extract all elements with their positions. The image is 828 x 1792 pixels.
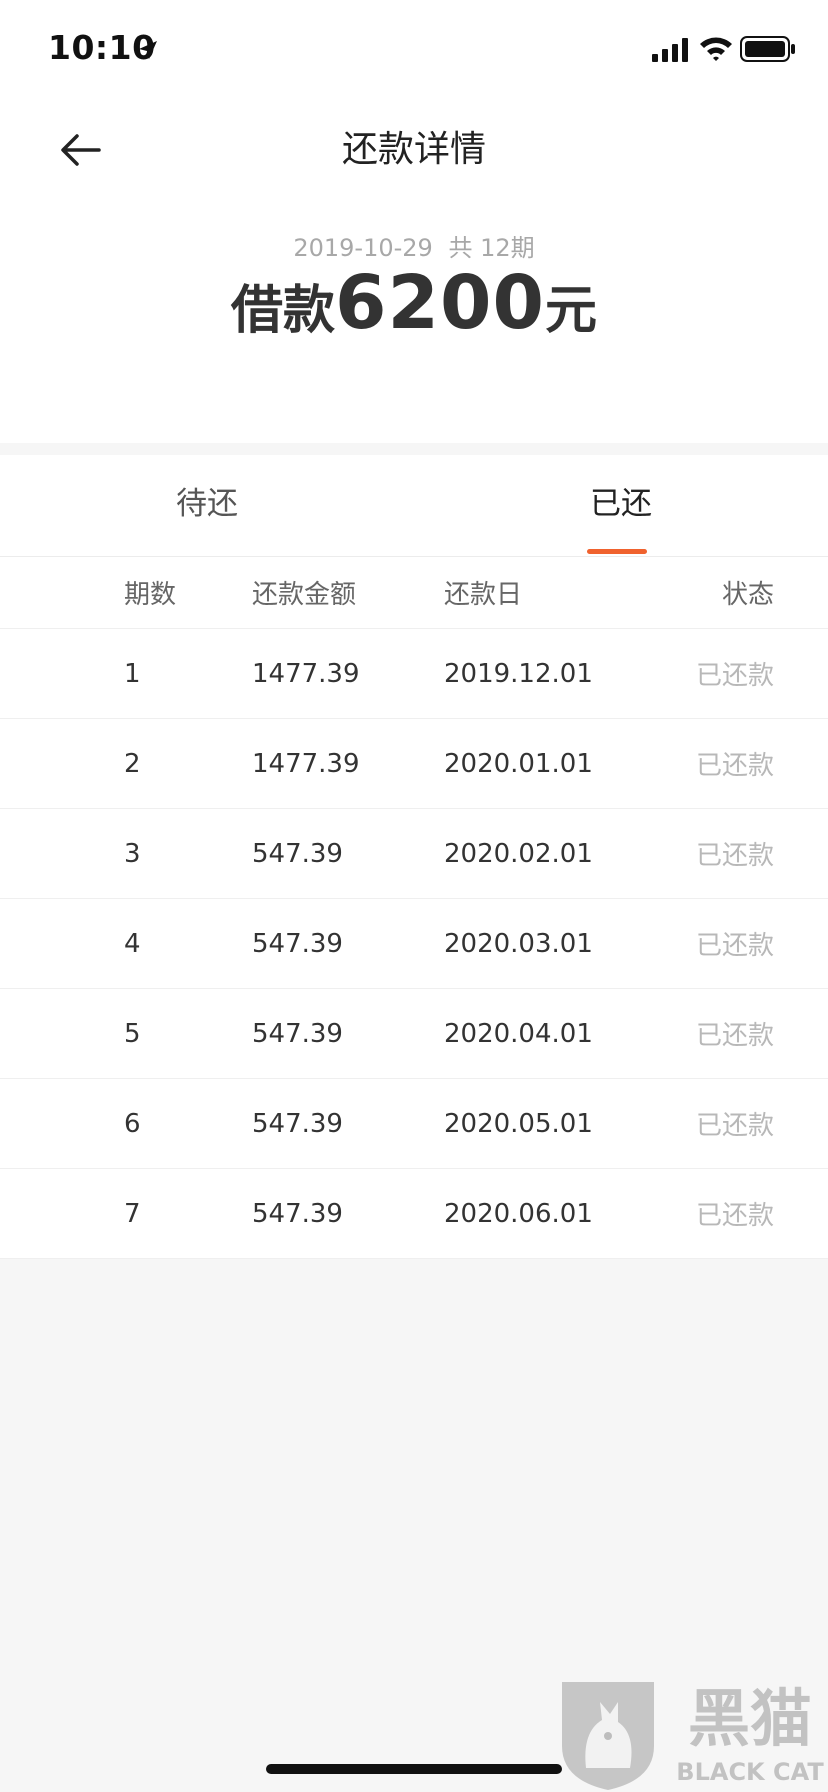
loan-periods: 共 12期 (448, 234, 535, 262)
location-arrow-icon (139, 41, 157, 59)
row-amount: 547.39 (252, 1108, 343, 1139)
row-term: 4 (124, 928, 141, 959)
row-date: 2020.05.01 (444, 1108, 593, 1139)
row-amount: 547.39 (252, 1018, 343, 1049)
row-status: 已还款 (695, 1201, 774, 1231)
header-amount: 还款金额 (252, 580, 357, 610)
row-status: 已还款 (695, 841, 774, 871)
row-term: 6 (124, 1108, 141, 1139)
loan-label: 借款 (231, 281, 336, 341)
wifi-icon (700, 37, 732, 61)
row-date: 2020.04.01 (444, 1018, 593, 1049)
black-cat-wordmark: 黑猫 BLACK CAT (676, 1682, 824, 1786)
row-term: 3 (124, 838, 141, 869)
row-term: 2 (124, 748, 141, 779)
table-row: 6 547.39 2020.05.01 已还款 (0, 1079, 828, 1169)
watermark: 黑猫 BLACK CAT (556, 1676, 828, 1792)
table-row: 3 547.39 2020.02.01 已还款 (0, 809, 828, 899)
back-button[interactable] (46, 100, 116, 200)
repayment-tabs: 待还 已还 (0, 455, 828, 557)
repayment-detail-screen: 10:10 还款详情 2019-10-29 共 12期 借款6200元 待还 已… (0, 0, 828, 1792)
loan-summary: 2019-10-29 共 12期 借款6200元 (0, 200, 828, 443)
row-amount: 547.39 (252, 1198, 343, 1229)
row-amount: 547.39 (252, 928, 343, 959)
row-term: 5 (124, 1018, 141, 1049)
row-status: 已还款 (695, 1021, 774, 1051)
loan-meta: 2019-10-29 共 12期 (0, 228, 828, 263)
header-term: 期数 (124, 580, 177, 610)
row-date: 2020.06.01 (444, 1198, 593, 1229)
row-date: 2020.01.01 (444, 748, 593, 779)
home-indicator[interactable] (266, 1764, 562, 1774)
arrow-left-icon (61, 134, 101, 166)
header-date: 还款日 (444, 580, 523, 610)
loan-unit: 元 (544, 281, 597, 341)
watermark-brand: 黑猫 (688, 1682, 812, 1755)
loan-date: 2019-10-29 (293, 234, 433, 262)
watermark-brand-en: BLACK CAT (676, 1758, 824, 1786)
row-status: 已还款 (695, 931, 774, 961)
table-row: 4 547.39 2020.03.01 已还款 (0, 899, 828, 989)
tab-paid[interactable]: 已还 (414, 455, 828, 556)
table-row: 1 1477.39 2019.12.01 已还款 (0, 629, 828, 719)
battery-icon (740, 36, 795, 62)
row-date: 2020.02.01 (444, 838, 593, 869)
row-status: 已还款 (695, 1111, 774, 1141)
active-tab-indicator (587, 549, 647, 554)
black-cat-logo-icon (562, 1682, 654, 1790)
row-amount: 1477.39 (252, 658, 360, 689)
table-header: 期数 还款金额 还款日 状态 (0, 557, 828, 629)
header-status: 状态 (721, 580, 774, 610)
loan-total: 借款6200元 (0, 260, 828, 346)
row-date: 2019.12.01 (444, 658, 593, 689)
row-amount: 1477.39 (252, 748, 360, 779)
page-title: 还款详情 (341, 129, 486, 170)
tab-pending[interactable]: 待还 (0, 455, 414, 556)
nav-bar: 还款详情 (0, 100, 828, 200)
row-status: 已还款 (695, 661, 774, 691)
cellular-signal-icon (652, 38, 688, 62)
row-amount: 547.39 (252, 838, 343, 869)
table-row: 5 547.39 2020.04.01 已还款 (0, 989, 828, 1079)
row-term: 1 (124, 658, 141, 689)
row-term: 7 (124, 1198, 141, 1229)
row-status: 已还款 (695, 751, 774, 781)
row-date: 2020.03.01 (444, 928, 593, 959)
table-row: 7 547.39 2020.06.01 已还款 (0, 1169, 828, 1259)
table-row: 2 1477.39 2020.01.01 已还款 (0, 719, 828, 809)
repayment-table: 期数 还款金额 还款日 状态 1 1477.39 2019.12.01 已还款 … (0, 557, 828, 1259)
loan-amount: 6200 (335, 260, 545, 346)
status-bar: 10:10 (0, 0, 828, 100)
